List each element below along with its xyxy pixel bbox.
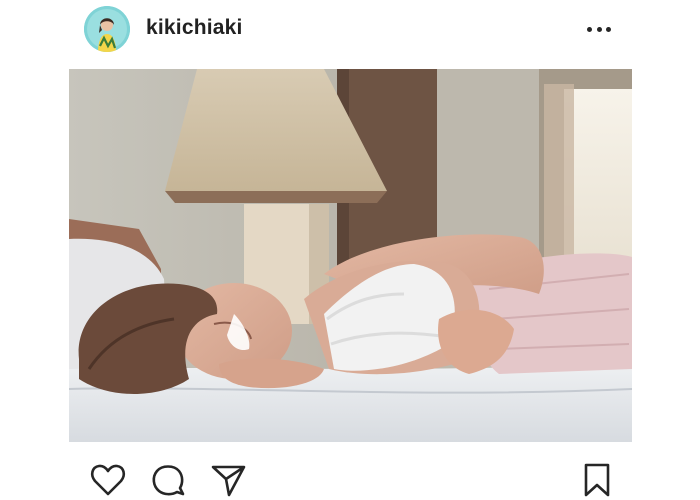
- post-photo[interactable]: [69, 69, 632, 442]
- more-dot: [596, 26, 602, 32]
- username[interactable]: kikichiaki: [146, 16, 243, 40]
- more-dot: [587, 26, 592, 32]
- instagram-post: kikichiaki: [0, 0, 700, 500]
- heart-icon[interactable]: [89, 461, 127, 499]
- comment-bubble-icon[interactable]: [149, 461, 187, 499]
- more-dot: [606, 26, 611, 32]
- post-actions: [0, 455, 700, 500]
- more-options-icon[interactable]: [587, 20, 611, 38]
- bookmark-icon[interactable]: [578, 461, 616, 499]
- avatar[interactable]: [84, 6, 130, 52]
- avatar-image: [84, 6, 130, 52]
- post-header: kikichiaki: [0, 0, 700, 58]
- post-photo-image: [69, 69, 632, 442]
- send-paper-plane-icon[interactable]: [209, 461, 247, 499]
